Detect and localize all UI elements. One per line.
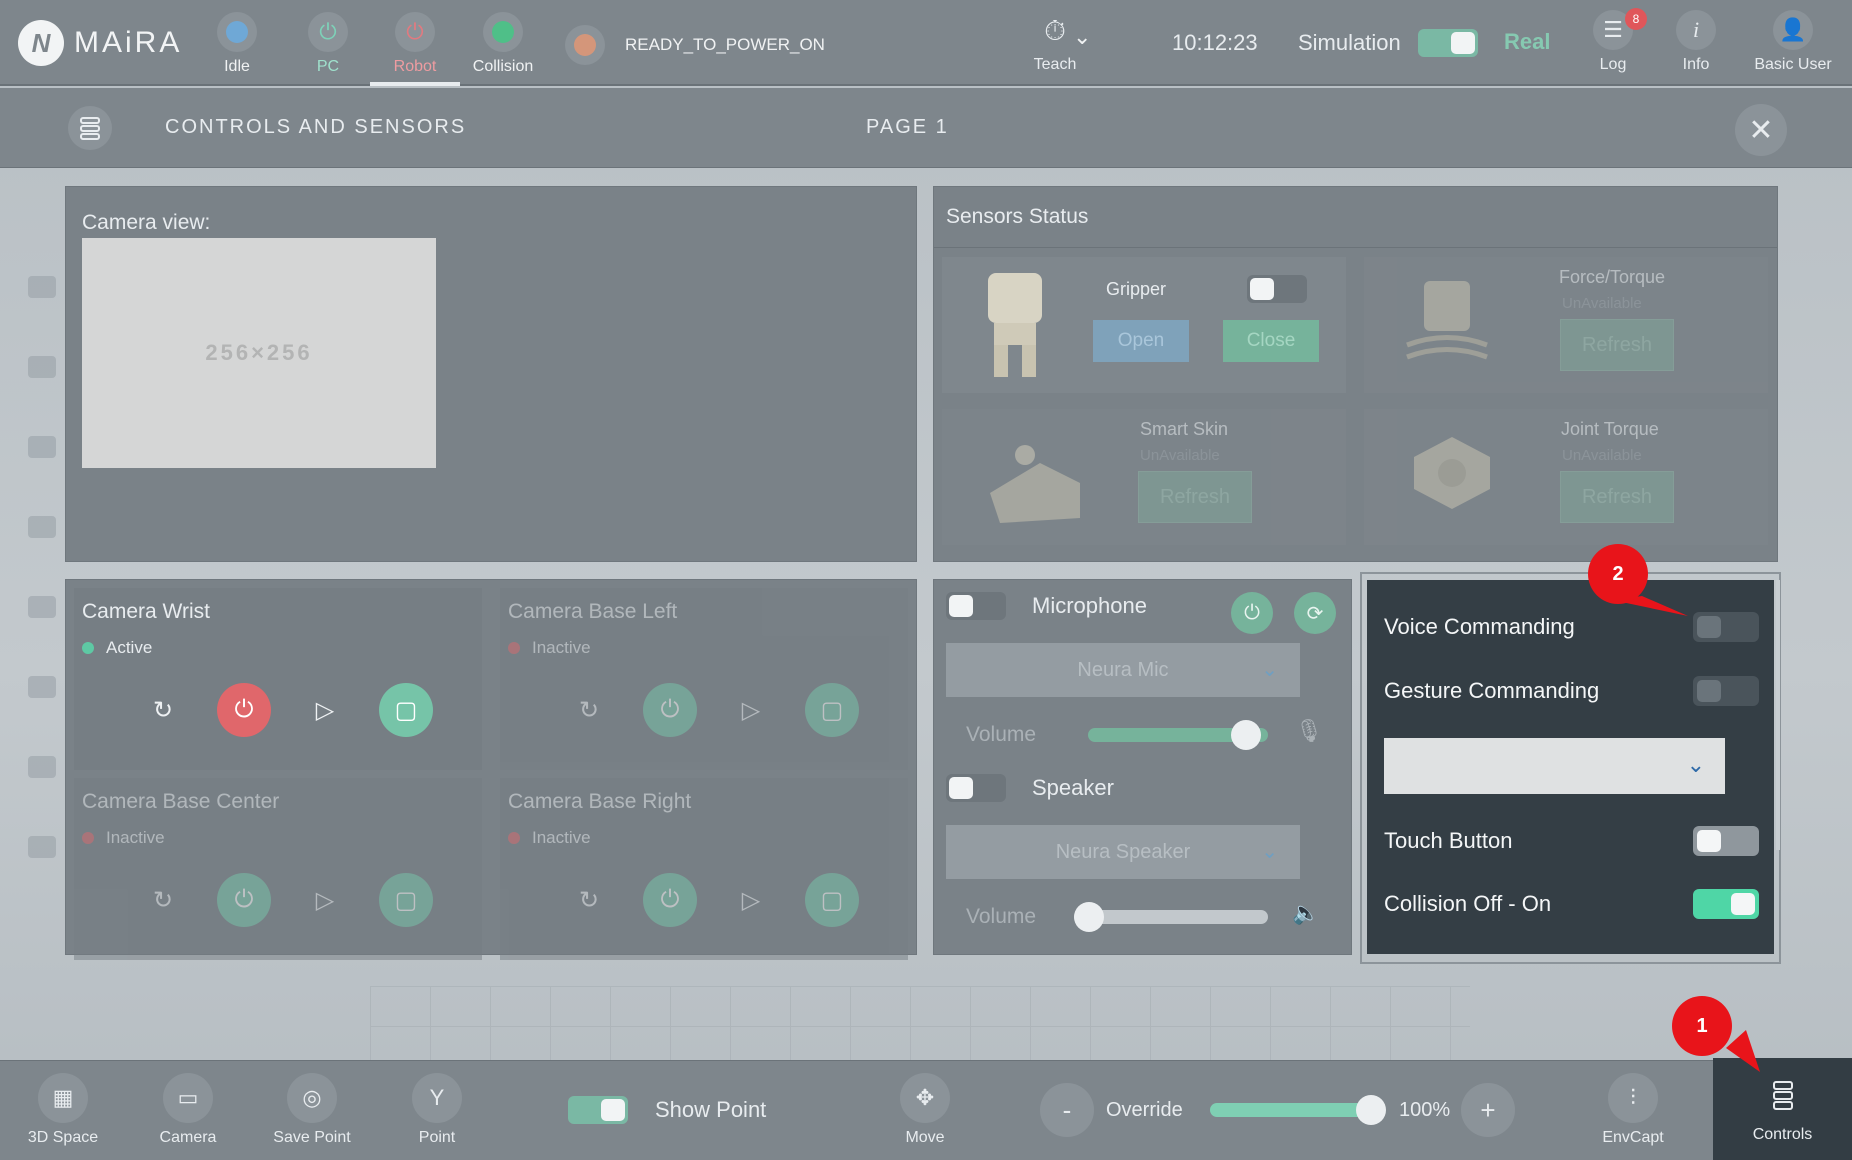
annotation-marker-1: 1 [1672, 996, 1732, 1056]
annotation-marker-2: 2 [1588, 544, 1648, 604]
annotation-arrows [1612, 596, 1760, 1072]
